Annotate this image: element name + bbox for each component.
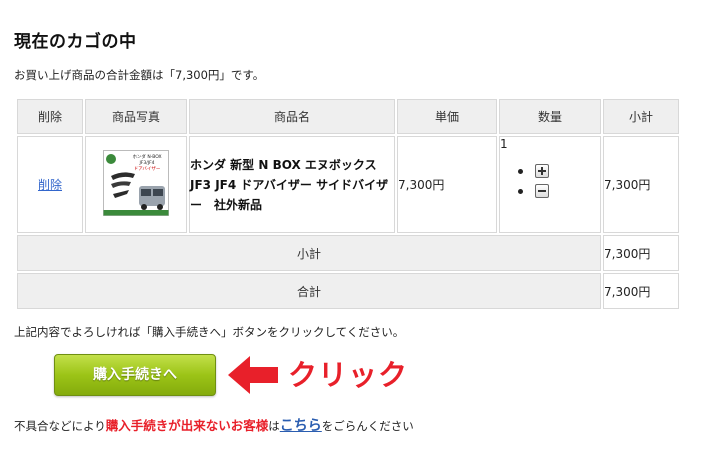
page-title: 現在のカゴの中	[14, 32, 137, 52]
subtotal-row: 小計 7,300円	[17, 235, 679, 271]
subtotal-label: 小計	[17, 235, 601, 271]
total-label: 合計	[17, 273, 601, 309]
header-quantity: 数量	[499, 99, 601, 134]
table-row: 削除 ホンダ N-BOX JF3/JF4 ドアバイザー ホンダ 新型 N BOX…	[17, 136, 679, 233]
thumb-label-2: JF3/JF4	[138, 160, 154, 166]
photo-cell: ホンダ N-BOX JF3/JF4 ドアバイザー	[85, 136, 187, 233]
header-name: 商品名	[189, 99, 395, 134]
thumb-footer-bar	[103, 210, 169, 216]
bullet	[518, 168, 523, 174]
header-unit-price: 単価	[397, 99, 497, 134]
support-note-suffix: をごらんください	[321, 419, 414, 433]
table-header-row: 削除 商品写真 商品名 単価 数量 小計	[17, 99, 679, 134]
plus-icon[interactable]	[535, 164, 549, 178]
thumb-label-1: ホンダ N-BOX	[132, 153, 161, 160]
total-value: 7,300円	[603, 273, 679, 309]
quantity-decrease-item	[518, 181, 600, 201]
support-link[interactable]: こちら	[280, 418, 322, 434]
cart-page: 現在のカゴの中 お買い上げ商品の合計金額は「7,300円」です。 削除 商品写真…	[0, 0, 721, 466]
quantity-value: 1	[500, 137, 508, 151]
left-arrow-icon	[228, 356, 278, 394]
support-note-middle: は	[268, 419, 280, 433]
header-photo: 商品写真	[85, 99, 187, 134]
delete-cell: 削除	[17, 136, 83, 233]
delete-link[interactable]: 削除	[38, 178, 62, 192]
support-note-prefix: 不具合などにより	[14, 419, 106, 433]
total-row: 合計 7,300円	[17, 273, 679, 309]
quantity-increase-item	[518, 161, 600, 181]
car-wheel	[141, 204, 147, 210]
quantity-controls	[518, 161, 600, 201]
item-subtotal: 7,300円	[603, 136, 679, 233]
product-name: ホンダ 新型 N BOX エヌボックス JF3 JF4 ドアバイザー サイドバイ…	[189, 136, 395, 233]
cart-table: 削除 商品写真 商品名 単価 数量 小計 削除 ホンダ N-BOX JF3/JF…	[15, 97, 681, 311]
checkout-button[interactable]: 購入手続きへ	[54, 354, 216, 396]
car-wheel	[157, 204, 163, 210]
support-note: 不具合などにより購入手続きが出来ないお客様はこちらをごらんください	[14, 415, 414, 435]
brand-logo	[106, 154, 116, 164]
support-note-highlight: 購入手続きが出来ないお客様	[105, 418, 269, 433]
thumb-label-3: ドアバイザー	[134, 166, 161, 172]
checkout-instruction: 上記内容でよろしければ「購入手続きへ」ボタンをクリックしてください。	[14, 325, 405, 339]
click-annotation: クリック	[288, 358, 409, 392]
total-message: お買い上げ商品の合計金額は「7,300円」です。	[14, 68, 265, 82]
car-window	[153, 189, 163, 196]
bullet	[518, 188, 523, 194]
car-window	[141, 189, 151, 196]
minus-icon[interactable]	[535, 184, 549, 198]
header-subtotal: 小計	[603, 99, 679, 134]
quantity-cell: 1	[499, 136, 601, 233]
subtotal-value: 7,300円	[603, 235, 679, 271]
product-thumbnail[interactable]: ホンダ N-BOX JF3/JF4 ドアバイザー	[103, 150, 169, 216]
unit-price: 7,300円	[397, 136, 497, 233]
header-delete: 削除	[17, 99, 83, 134]
